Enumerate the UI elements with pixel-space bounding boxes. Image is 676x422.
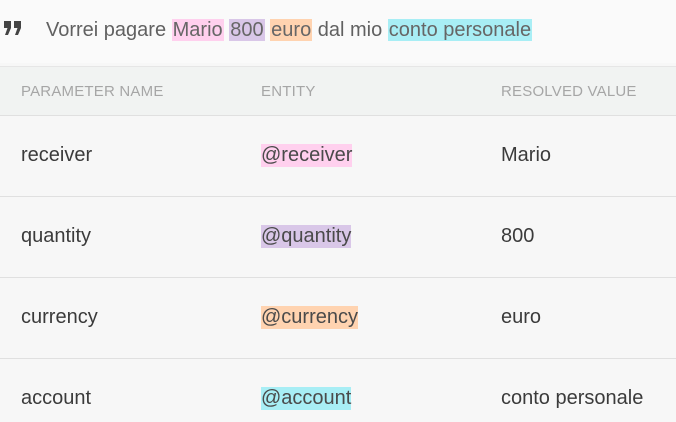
annotated-entity-span[interactable]: 800: [229, 19, 265, 41]
entity-tag[interactable]: @currency: [261, 306, 358, 329]
entity-tag[interactable]: @receiver: [261, 144, 353, 167]
phrase-text-segment: dal mio: [312, 19, 388, 41]
header-entity: ENTITY: [261, 83, 316, 100]
parameter-name[interactable]: receiver: [21, 144, 92, 167]
annotated-entity-span[interactable]: conto personale: [387, 19, 533, 41]
table-row[interactable]: currency @currency euro: [0, 278, 676, 359]
training-phrase-text[interactable]: Vorrei pagare Mario 800 euro dal mio con…: [46, 16, 533, 44]
table-header: PARAMETER NAME ENTITY RESOLVED VALUE: [0, 66, 676, 116]
parameter-name[interactable]: account: [21, 387, 91, 410]
resolved-value: 800: [501, 225, 535, 247]
table-row[interactable]: receiver @receiver Mario: [0, 116, 676, 197]
entity-tag[interactable]: @account: [261, 387, 352, 410]
table-row[interactable]: account @account conto personale: [0, 359, 676, 422]
phrase-text-segment: Vorrei pagare: [46, 19, 172, 41]
parameter-name[interactable]: currency: [21, 306, 98, 329]
resolved-value: euro: [501, 306, 542, 328]
header-parameter-name: PARAMETER NAME: [21, 83, 164, 100]
annotated-entity-span[interactable]: Mario: [171, 19, 224, 41]
training-phrase: Vorrei pagare Mario 800 euro dal mio con…: [0, 0, 676, 63]
annotated-entity-span[interactable]: euro: [270, 19, 313, 41]
resolved-value: conto personale: [501, 387, 644, 409]
resolved-value: Mario: [501, 144, 552, 166]
table-row[interactable]: quantity @quantity 800: [0, 197, 676, 278]
entity-tag[interactable]: @quantity: [261, 225, 352, 248]
format-quote-icon: [3, 18, 23, 38]
parameter-table: PARAMETER NAME ENTITY RESOLVED VALUE rec…: [0, 66, 676, 422]
parameter-name[interactable]: quantity: [21, 225, 91, 248]
header-resolved-value: RESOLVED VALUE: [501, 83, 637, 100]
